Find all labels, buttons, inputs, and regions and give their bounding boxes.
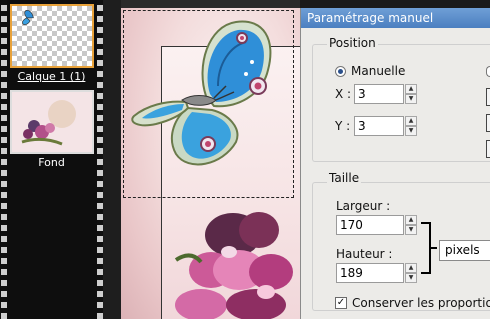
position-group-label: Position <box>327 36 378 50</box>
x-label: X : <box>335 87 352 101</box>
y-spin-down-icon[interactable]: ▼ <box>405 126 417 136</box>
dialog-title[interactable]: Paramétrage manuel <box>301 8 490 28</box>
canvas-left-edge <box>103 0 121 319</box>
layers-panel: Calque 1 (1) Fond <box>0 0 103 319</box>
height-spin-down-icon[interactable]: ▼ <box>405 273 417 283</box>
layer-thumbnail-calque1[interactable] <box>10 4 94 68</box>
manual-position-radio[interactable] <box>335 66 346 77</box>
other-position-radio[interactable] <box>486 66 490 77</box>
x-input[interactable]: 3 <box>354 84 404 104</box>
y-label: Y : <box>335 119 351 133</box>
butterfly-thumbnail-icon <box>22 10 34 25</box>
keep-proportions-checkbox[interactable]: ✓ <box>335 297 347 309</box>
position-side-control-2[interactable] <box>486 114 490 132</box>
height-label: Hauteur : <box>336 247 393 261</box>
width-spin-down-icon[interactable]: ▼ <box>405 225 417 235</box>
layer-label-fond[interactable]: Fond <box>0 156 103 169</box>
position-side-control-3[interactable] <box>486 140 490 158</box>
layer-label-calque1[interactable]: Calque 1 (1) <box>0 70 103 83</box>
x-spin-down-icon[interactable]: ▼ <box>405 94 417 104</box>
proportion-link-tick <box>431 247 437 249</box>
size-group-label: Taille <box>327 171 362 185</box>
position-side-control-1[interactable] <box>486 88 490 106</box>
height-spin-up-icon[interactable]: ▲ <box>405 263 417 273</box>
y-input[interactable]: 3 <box>354 116 404 136</box>
flowers-image <box>174 212 293 319</box>
selection-marquee[interactable] <box>123 10 294 198</box>
width-input[interactable]: 170 <box>336 215 404 235</box>
units-select[interactable]: pixels <box>439 240 490 261</box>
manual-position-label[interactable]: Manuelle <box>351 64 405 78</box>
proportion-link-bracket <box>421 222 431 274</box>
width-spin-up-icon[interactable]: ▲ <box>405 215 417 225</box>
height-input[interactable]: 189 <box>336 263 404 283</box>
width-spinner[interactable]: ▲ ▼ <box>405 215 417 235</box>
layer-thumbnail-fond[interactable] <box>10 90 94 154</box>
x-spin-up-icon[interactable]: ▲ <box>405 84 417 94</box>
y-spinner[interactable]: ▲ ▼ <box>405 116 417 136</box>
width-label: Largeur : <box>336 199 391 213</box>
keep-proportions-label[interactable]: Conserver les proportions <box>352 296 490 310</box>
y-spin-up-icon[interactable]: ▲ <box>405 116 417 126</box>
height-spinner[interactable]: ▲ ▼ <box>405 263 417 283</box>
x-spinner[interactable]: ▲ ▼ <box>405 84 417 104</box>
background-thumbnail-icon <box>12 92 92 152</box>
